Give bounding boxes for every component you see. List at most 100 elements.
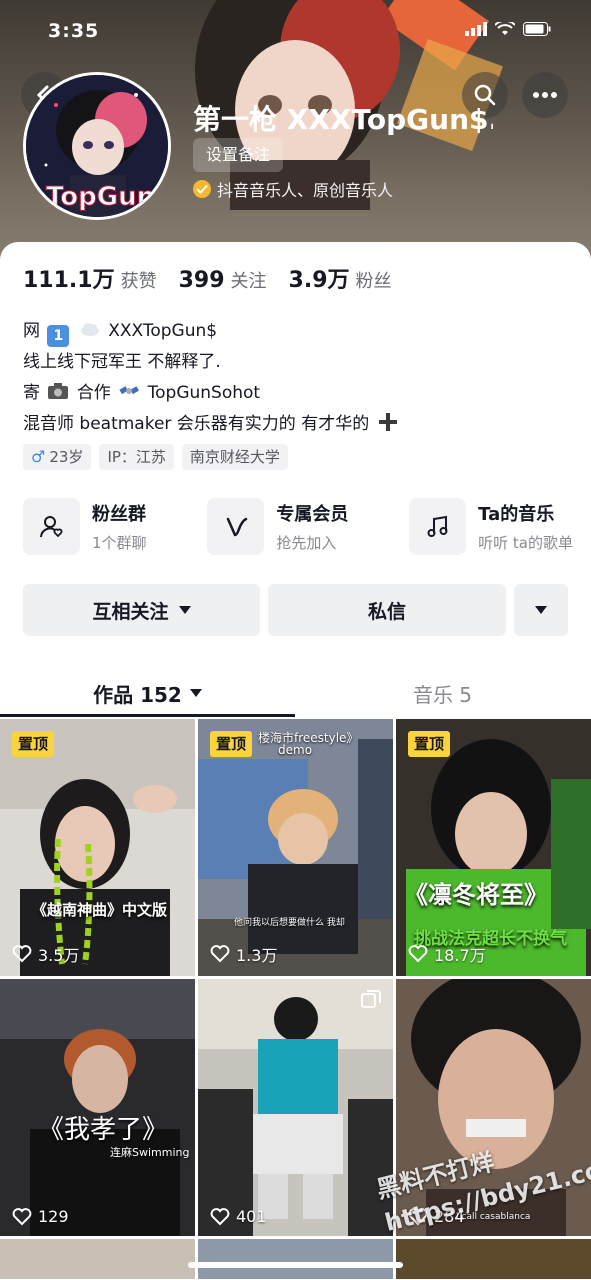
video-likes: 401 — [210, 1207, 267, 1226]
heart-icon — [210, 1207, 230, 1225]
video-tile[interactable] — [198, 1239, 393, 1279]
stat-followers[interactable]: 3.9万 粉丝 — [289, 262, 392, 294]
tab-music[interactable]: 音乐 5 — [295, 668, 590, 718]
home-indicator[interactable] — [188, 1262, 403, 1268]
membership-entry[interactable]: 专属会员 抢先加入 — [207, 498, 348, 555]
camera-icon — [48, 383, 69, 399]
video-tile[interactable]: 置顶 楼海市freestyle》 demo 他问我以后想要做什么 我却 1.3万 — [198, 719, 393, 976]
school-tag[interactable]: 南京财经大学 — [181, 444, 288, 470]
video-thumbnail — [0, 719, 195, 976]
likes-count: 1.3万 — [236, 946, 278, 965]
multi-image-icon — [361, 990, 381, 1008]
music-entry[interactable]: Ta的音乐 听听 ta的歌单 — [409, 498, 573, 555]
fan-group-icon — [23, 498, 80, 555]
video-tile[interactable] — [396, 1239, 591, 1279]
feature-title: 粉丝群 — [92, 504, 146, 525]
heart-icon — [408, 945, 428, 963]
video-tile[interactable]: 《我孝了》 连麻Swimming 129 — [0, 979, 195, 1236]
video-likes: 18.7万 — [408, 942, 486, 966]
stat-label: 粉丝 — [355, 271, 392, 292]
stats-row: 111.1万 获赞 399 关注 3.9万 粉丝 — [23, 262, 392, 294]
chevron-down-icon — [178, 606, 191, 614]
tab-music-label: 音乐 5 — [412, 682, 473, 707]
bio-text: 寄 — [23, 383, 40, 403]
stat-label: 关注 — [230, 271, 267, 292]
video-tile[interactable] — [0, 1239, 195, 1279]
tab-works-label: 作品 152 — [93, 682, 182, 707]
likes-count: 3.5万 — [38, 946, 80, 965]
stat-label: 获赞 — [120, 271, 157, 292]
profile-header: 3:35 TopGun 第一枪 XXXTopGun$. 设置备注 抖音音乐人、原… — [0, 0, 591, 270]
pinned-badge: 置顶 — [12, 731, 55, 757]
verified-text: 抖音音乐人、原创音乐人 — [217, 181, 394, 200]
message-button[interactable]: 私信 — [268, 584, 506, 636]
membership-v-icon — [207, 498, 265, 555]
bio-line-1: 网 1 XXXTopGun$ — [23, 316, 401, 347]
keycap-one-icon: 1 — [47, 325, 70, 347]
video-likes: 3.5万 — [12, 942, 79, 966]
video-caption: 《凛冬将至》 — [404, 881, 548, 909]
chevron-down-icon — [535, 606, 547, 614]
stat-value: 399 — [178, 268, 225, 293]
age-tag: ♂ 23岁 — [23, 444, 92, 470]
stat-following[interactable]: 399 关注 — [179, 267, 267, 293]
feature-entries: 粉丝群 1个群聊 专属会员 抢先加入 Ta的音乐 听听 ta的歌单 — [23, 498, 573, 555]
mutual-follow-button[interactable]: 互相关注 — [23, 584, 260, 636]
fan-group-entry[interactable]: 粉丝群 1个群聊 — [23, 498, 147, 555]
profile-tags: ♂ 23岁 IP：江苏 南京财经大学 — [23, 444, 288, 470]
video-likes: 129 — [12, 1207, 69, 1226]
status-bar: 3:35 — [0, 0, 591, 64]
more-actions-button[interactable] — [514, 584, 568, 636]
set-remark-button[interactable]: 设置备注 — [193, 138, 284, 172]
status-time: 3:35 — [48, 20, 100, 42]
more-dots-icon — [533, 92, 557, 98]
avatar-image: TopGun — [26, 75, 168, 217]
stat-likes[interactable]: 111.1万 获赞 — [23, 262, 157, 294]
bio-text: XXXTopGun$ — [108, 321, 218, 341]
wifi-icon — [495, 22, 515, 35]
tab-works[interactable]: 作品 152 — [0, 668, 295, 718]
age-text: 23岁 — [49, 448, 84, 466]
likes-count: 129 — [38, 1207, 69, 1226]
video-thumbnail — [0, 979, 195, 1236]
feature-subtitle: 听听 ta的歌单 — [478, 534, 573, 552]
music-note-icon — [409, 498, 467, 555]
ip-tag: IP：江苏 — [99, 444, 174, 470]
heart-icon — [12, 1207, 32, 1225]
video-tile[interactable]: 401 — [198, 979, 393, 1236]
male-icon: ♂ — [31, 447, 46, 466]
video-tile[interactable]: 置顶 《越南神曲》中文版 3.5万 — [0, 719, 195, 976]
bio-line-2: 线上线下冠军王 不解释了. — [23, 352, 221, 372]
chevron-down-icon — [189, 689, 202, 697]
status-icons — [465, 22, 551, 36]
battery-icon — [523, 22, 551, 36]
heart-icon — [12, 945, 32, 963]
likes-count: 18.7万 — [434, 946, 486, 965]
heart-icon — [210, 945, 230, 963]
cloud-icon — [80, 323, 99, 336]
pinned-badge: 置顶 — [210, 731, 253, 757]
video-subtitle: 他问我以后想要做什么 我却 — [234, 918, 345, 928]
bio-line-4: 混音师 beatmaker 会乐器有实力的 有才华的 — [23, 409, 401, 440]
stat-value: 111.1万 — [23, 268, 115, 293]
bio-text: 网 — [23, 321, 40, 341]
verified-badge: 抖音音乐人、原创音乐人 — [193, 177, 393, 201]
content-tabs: 作品 152 音乐 5 — [0, 668, 591, 718]
video-caption: 《我孝了》 — [38, 1115, 169, 1145]
video-caption-sub: demo — [278, 743, 313, 757]
stat-value: 3.9万 — [288, 268, 350, 293]
bio-text: TopGunSohot — [147, 383, 261, 403]
video-caption-sub: 连麻Swimming — [110, 1146, 190, 1159]
verified-check-icon — [193, 180, 211, 198]
avatar[interactable]: TopGun — [23, 72, 171, 220]
bio: 网 1 XXXTopGun$ 线上线下冠军王 不解释了. 寄 合作 TopGun… — [23, 316, 401, 440]
more-button[interactable] — [522, 72, 568, 118]
mutual-follow-label: 互相关注 — [92, 600, 169, 623]
feature-subtitle: 1个群聊 — [92, 534, 147, 552]
action-buttons: 互相关注 私信 — [23, 584, 568, 636]
video-thumbnail — [198, 719, 393, 976]
nickname: 第一枪 XXXTopGun$. — [193, 103, 493, 136]
video-likes: 1.3万 — [210, 942, 277, 966]
video-caption: 《越南神曲》中文版 — [32, 901, 168, 919]
video-tile[interactable]: 置顶 《凛冬将至》 挑战法克超长不换气 18.7万 — [396, 719, 591, 976]
